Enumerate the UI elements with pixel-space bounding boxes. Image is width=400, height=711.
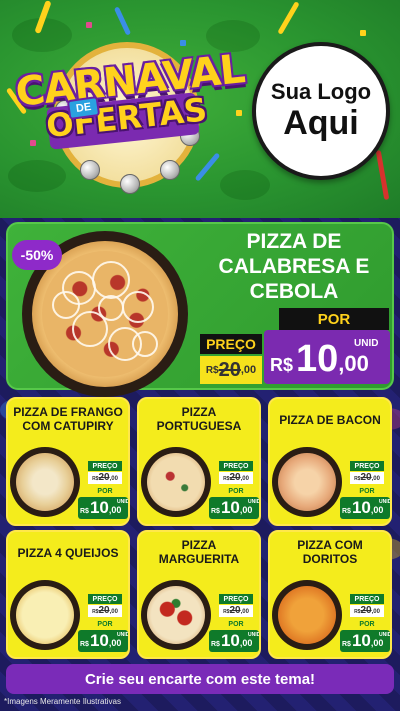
product-preco-label: PREÇO — [88, 594, 122, 604]
product-old-price: R$ 20 ,00 — [88, 605, 122, 617]
product-por-label: POR — [219, 619, 253, 629]
confetti-icon — [30, 140, 36, 146]
streamer-icon — [194, 152, 221, 182]
product-preco-label: PREÇO — [350, 461, 384, 471]
product-pizza-image — [141, 580, 211, 650]
product-card[interactable]: PIZZA DE FRANGO COM CATUPIRY PREÇO R$ 20… — [6, 397, 130, 526]
product-preco-label: PREÇO — [219, 461, 253, 471]
product-preco-label: PREÇO — [219, 594, 253, 604]
streamer-icon — [375, 149, 390, 201]
carnival-mask-icon — [220, 170, 270, 200]
product-por-label: POR — [350, 619, 384, 629]
product-new-price: R$ 10 ,00 — [80, 631, 122, 650]
product-preco-label: PREÇO — [88, 461, 122, 471]
product-card[interactable]: PIZZA PORTUGUESA PREÇO R$ 20 ,00 POR UNI… — [137, 397, 261, 526]
product-card[interactable]: PIZZA MARGUERITA PREÇO R$ 20 ,00 POR UNI… — [137, 530, 261, 659]
product-pizza-image — [10, 447, 80, 517]
product-card[interactable]: PIZZA DE BACON PREÇO R$ 20 ,00 POR UNID … — [268, 397, 392, 526]
product-new-price: R$ 10 ,00 — [342, 631, 384, 650]
product-name: PIZZA 4 QUEIJOS — [17, 546, 119, 560]
product-card[interactable]: PIZZA COM DORITOS PREÇO R$ 20 ,00 POR UN… — [268, 530, 392, 659]
jingle-icon — [120, 174, 140, 194]
product-old-price: R$ 20 ,00 — [350, 605, 384, 617]
illustrative-images-footnote: *Imagens Meramente Ilustrativas — [4, 697, 121, 706]
confetti-icon — [180, 40, 186, 46]
header-banner: CARNAVAL OFERTAS DE Sua Logo Aqui — [0, 0, 400, 218]
product-pizza-image — [141, 447, 211, 517]
carnival-mask-icon — [8, 160, 66, 192]
product-old-price: R$ 20 ,00 — [219, 605, 253, 617]
logo-placeholder[interactable]: Sua Logo Aqui — [252, 42, 390, 180]
product-old-price: R$ 20 ,00 — [88, 472, 122, 484]
product-pizza-image — [272, 580, 342, 650]
jingle-icon — [80, 160, 100, 180]
product-card[interactable]: PIZZA 4 QUEIJOS PREÇO R$ 20 ,00 POR UNID… — [6, 530, 130, 659]
product-old-price: R$ 20 ,00 — [219, 472, 253, 484]
logo-placeholder-line2: Aqui — [283, 104, 359, 143]
featured-preco-label: PREÇO — [200, 334, 262, 354]
product-pizza-image — [272, 447, 342, 517]
featured-product-name: PIZZA DE CALABRESA E CEBOLA — [218, 230, 370, 303]
product-preco-label: PREÇO — [350, 594, 384, 604]
confetti-icon — [86, 22, 92, 28]
product-name: PIZZA COM DORITOS — [297, 538, 363, 567]
product-new-price: R$ 10 ,00 — [211, 498, 253, 517]
featured-old-price: R$ 20 ,00 — [205, 358, 257, 381]
product-old-price: R$ 20 ,00 — [350, 472, 384, 484]
product-name: PIZZA PORTUGUESA — [156, 405, 242, 434]
featured-new-price: R$ 10 ,00 — [270, 338, 369, 380]
product-name: PIZZA DE FRANGO COM CATUPIRY — [13, 405, 123, 434]
product-new-price: R$ 10 ,00 — [80, 498, 122, 517]
create-flyer-button[interactable]: Crie seu encarte com este tema! — [6, 664, 394, 694]
logo-placeholder-line1: Sua Logo — [270, 79, 372, 105]
discount-badge: -50% — [12, 240, 62, 270]
product-por-label: POR — [219, 486, 253, 496]
product-por-label: POR — [88, 486, 122, 496]
product-por-label: POR — [350, 486, 384, 496]
product-new-price: R$ 10 ,00 — [211, 631, 253, 650]
product-new-price: R$ 10 ,00 — [342, 498, 384, 517]
product-name: PIZZA MARGUERITA — [158, 538, 240, 567]
product-por-label: POR — [88, 619, 122, 629]
streamer-icon — [277, 1, 300, 35]
streamer-icon — [113, 6, 132, 36]
jingle-icon — [160, 160, 180, 180]
confetti-icon — [236, 110, 242, 116]
product-name: PIZZA DE BACON — [279, 413, 381, 427]
featured-por-label: POR — [279, 308, 389, 330]
confetti-icon — [360, 30, 366, 36]
product-pizza-image — [10, 580, 80, 650]
